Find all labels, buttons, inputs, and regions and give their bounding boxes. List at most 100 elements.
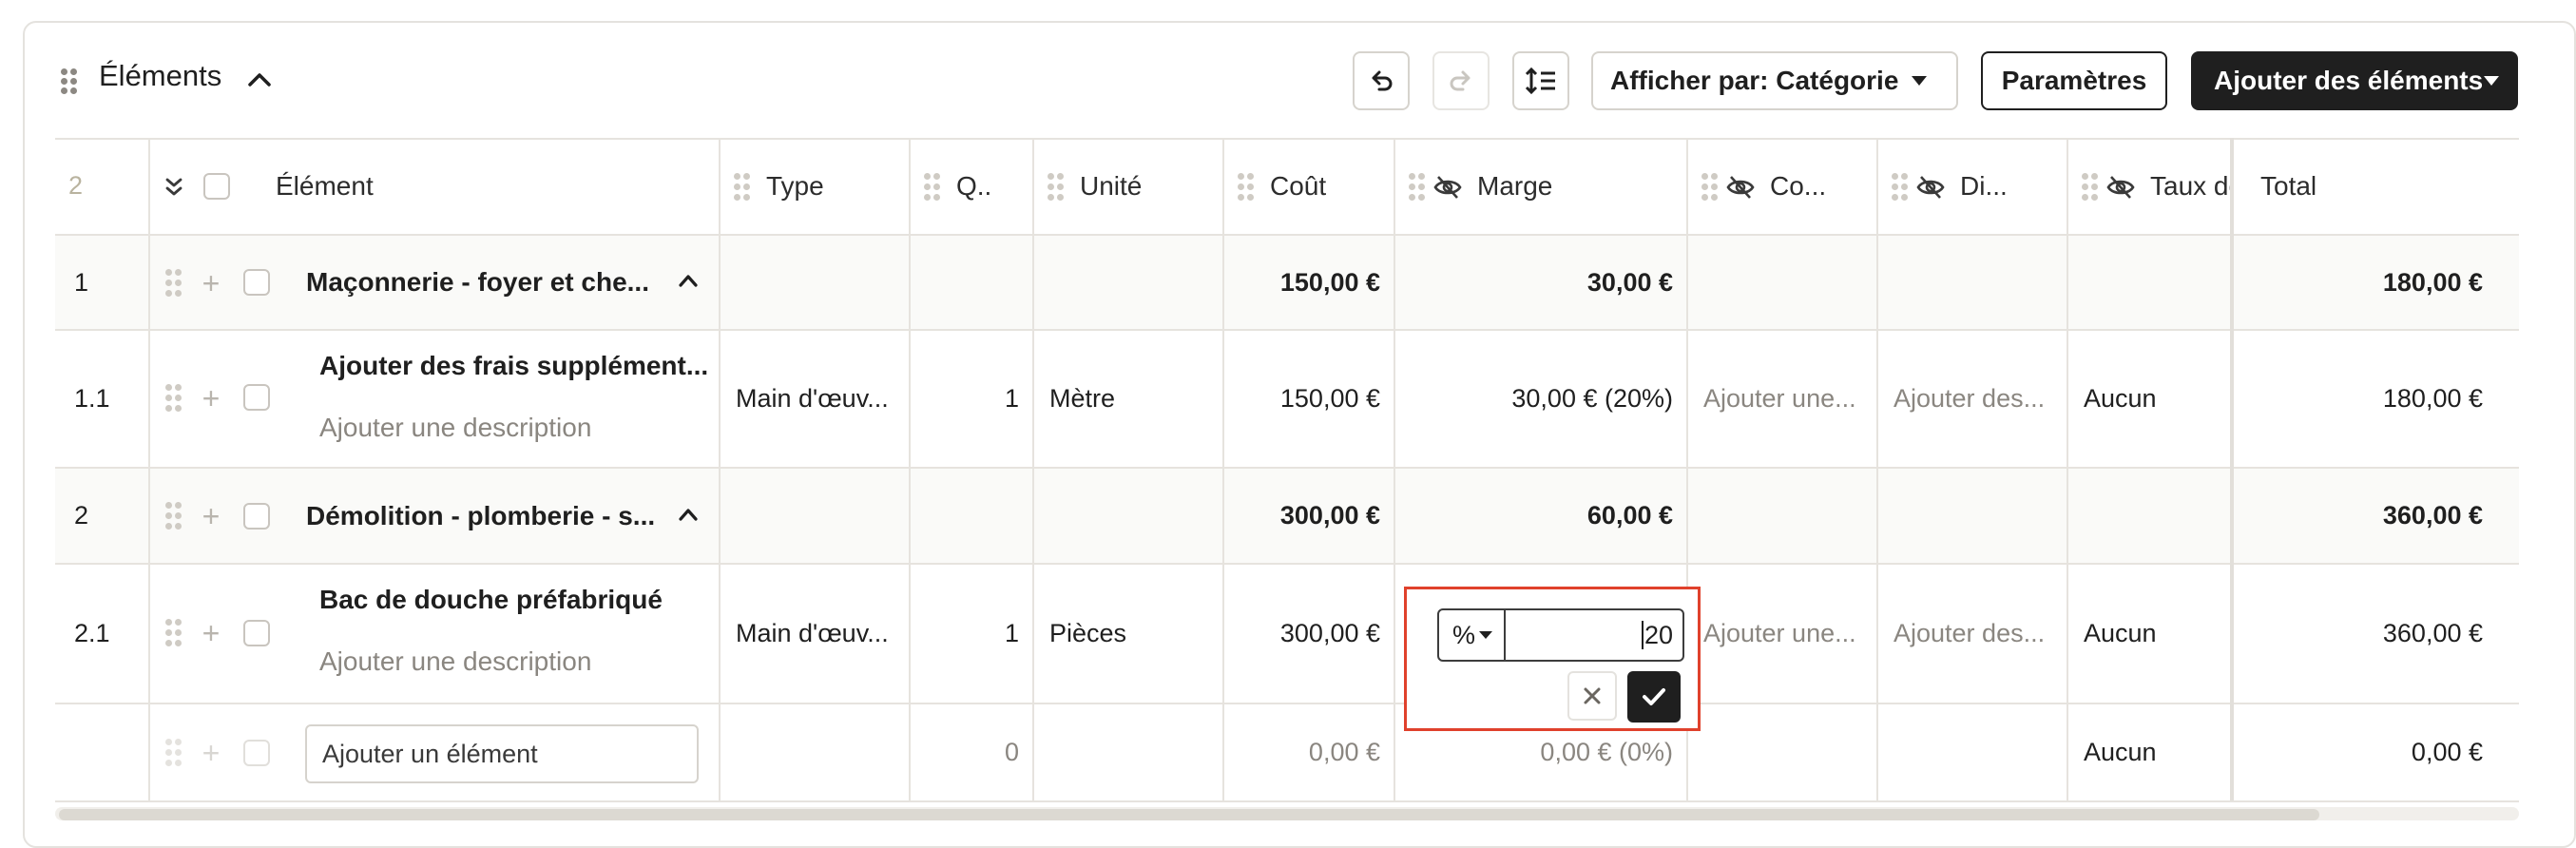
- add-item-input-placeholder: Ajouter un élément: [322, 739, 538, 768]
- add-sub-item-plus-icon[interactable]: +: [200, 501, 222, 531]
- item-total: 360,00 €: [2382, 619, 2483, 647]
- add-sub-item-plus-icon[interactable]: +: [200, 268, 222, 299]
- column-header-tax-rate[interactable]: Taux de: [2150, 138, 2230, 234]
- column-header-di[interactable]: Di...: [1960, 138, 2008, 234]
- margin-editor-popover: % 20: [1404, 587, 1701, 731]
- column-header-total[interactable]: Total: [2260, 138, 2316, 234]
- new-item-cost[interactable]: 0,00 €: [1222, 704, 1380, 800]
- caret-down-icon: [1479, 631, 1493, 639]
- item-co[interactable]: Ajouter une...: [1703, 331, 1871, 467]
- row-number: 2: [74, 501, 89, 530]
- section-title: Éléments: [99, 59, 222, 92]
- item-co[interactable]: Ajouter une...: [1703, 565, 1871, 703]
- eye-off-icon[interactable]: [1726, 175, 1755, 200]
- undo-button[interactable]: [1353, 51, 1410, 110]
- item-title[interactable]: Ajouter des frais supplément...: [319, 347, 711, 385]
- row-drag-handle[interactable]: [165, 384, 183, 413]
- column-drag-handle[interactable]: [1048, 173, 1065, 202]
- row-drag-handle[interactable]: [165, 502, 183, 530]
- redo-button[interactable]: [1432, 51, 1490, 110]
- row-drag-handle[interactable]: [165, 269, 183, 298]
- item-unit[interactable]: Pièces: [1049, 565, 1219, 703]
- item-quantity[interactable]: 1: [909, 331, 1019, 467]
- item-type[interactable]: Main d'œuv...: [736, 331, 905, 467]
- item-tax-rate[interactable]: Aucun: [2084, 565, 2226, 703]
- add-items-button[interactable]: Ajouter des éléments: [2191, 51, 2518, 110]
- add-item-input[interactable]: Ajouter un élément: [305, 724, 699, 783]
- column-drag-handle[interactable]: [2082, 173, 2099, 202]
- section-drag-handle[interactable]: [61, 68, 78, 97]
- item-quantity[interactable]: 1: [909, 565, 1019, 703]
- new-item-quantity[interactable]: 0: [909, 704, 1019, 800]
- eye-off-icon[interactable]: [2106, 175, 2135, 200]
- eye-off-icon[interactable]: [1916, 175, 1945, 200]
- group-title[interactable]: Démolition - plomberie - s...: [306, 469, 705, 563]
- column-header-margin[interactable]: Marge: [1477, 138, 1552, 234]
- add-sub-item-plus-icon: +: [202, 736, 221, 770]
- margin-value-input[interactable]: 20: [1641, 610, 1673, 660]
- item-di[interactable]: Ajouter des...: [1894, 565, 2061, 703]
- item-tax-rate[interactable]: Aucun: [2084, 331, 2226, 467]
- group-total: 180,00 €: [2382, 267, 2483, 297]
- row-checkbox[interactable]: [243, 503, 270, 530]
- row-drag-handle[interactable]: [165, 619, 183, 647]
- row-checkbox: [243, 740, 270, 766]
- row-checkbox[interactable]: [243, 269, 270, 296]
- item-cost[interactable]: 300,00 €: [1222, 565, 1380, 703]
- collapse-group-chevron-up-icon[interactable]: [677, 505, 700, 524]
- horizontal-scrollbar-thumb[interactable]: [59, 809, 2319, 820]
- column-drag-handle[interactable]: [1238, 173, 1255, 202]
- column-header-unit[interactable]: Unité: [1080, 138, 1142, 234]
- row-checkbox[interactable]: [243, 620, 270, 646]
- group-margin: 60,00 €: [1586, 501, 1673, 530]
- collapse-section-chevron-up-icon[interactable]: [245, 67, 274, 91]
- add-sub-item-plus-icon[interactable]: +: [200, 618, 222, 648]
- item-type[interactable]: Main d'œuv...: [736, 565, 905, 703]
- row-checkbox[interactable]: [243, 384, 270, 411]
- column-drag-handle[interactable]: [734, 173, 751, 202]
- item-cost[interactable]: 150,00 €: [1222, 331, 1380, 467]
- item-description[interactable]: Ajouter une description: [319, 643, 711, 681]
- caret-down-icon: [1912, 76, 1928, 86]
- group-margin: 30,00 €: [1586, 267, 1673, 297]
- items-table: 2 Élément Type Q.. Unité Coût Marge Co..…: [55, 138, 2519, 803]
- collapse-group-chevron-up-icon[interactable]: [677, 271, 700, 290]
- group-title[interactable]: Maçonnerie - foyer et che...: [306, 236, 705, 329]
- column-header-co[interactable]: Co...: [1770, 138, 1826, 234]
- group-by-select[interactable]: Afficher par: Catégorie: [1591, 51, 1958, 110]
- check-icon: [1643, 688, 1665, 705]
- cancel-button[interactable]: [1567, 671, 1617, 721]
- item-di[interactable]: Ajouter des...: [1894, 331, 2061, 467]
- column-header-quantity[interactable]: Q..: [956, 138, 991, 234]
- row-count: 2: [68, 171, 84, 200]
- column-drag-handle[interactable]: [924, 173, 941, 202]
- column-drag-handle[interactable]: [1701, 173, 1719, 202]
- settings-button[interactable]: Paramètres: [1981, 51, 2167, 110]
- column-header-cost[interactable]: Coût: [1270, 138, 1326, 234]
- new-item-tax-rate[interactable]: Aucun: [2084, 704, 2226, 800]
- column-header-item[interactable]: Élément: [276, 138, 374, 234]
- confirm-button[interactable]: [1627, 671, 1681, 723]
- eye-off-icon[interactable]: [1433, 175, 1462, 200]
- column-header-type[interactable]: Type: [766, 138, 824, 234]
- group-total: 360,00 €: [2382, 501, 2483, 530]
- text-cursor: [1641, 621, 1644, 649]
- column-drag-handle[interactable]: [1409, 173, 1426, 202]
- item-title[interactable]: Bac de douche préfabriqué: [319, 581, 711, 619]
- caret-down-icon: [2484, 76, 2499, 86]
- item-margin[interactable]: 30,00 € (20%): [1394, 331, 1673, 467]
- margin-editor-field[interactable]: % 20: [1437, 608, 1684, 662]
- item-unit[interactable]: Mètre: [1049, 331, 1219, 467]
- row-height-button[interactable]: [1512, 51, 1569, 110]
- row-number: 1: [74, 267, 89, 297]
- item-description[interactable]: Ajouter une description: [319, 409, 711, 447]
- row-drag-handle: [165, 739, 183, 767]
- column-drag-handle[interactable]: [1892, 173, 1909, 202]
- expand-all-chevrons-down-icon[interactable]: [163, 176, 184, 199]
- margin-unit-select[interactable]: %: [1439, 610, 1506, 660]
- group-cost: 150,00 €: [1279, 267, 1380, 297]
- select-all-checkbox[interactable]: [203, 173, 230, 200]
- add-sub-item-plus-icon[interactable]: +: [200, 383, 222, 414]
- redo-icon: [1450, 70, 1471, 91]
- item-total: 180,00 €: [2382, 384, 2483, 413]
